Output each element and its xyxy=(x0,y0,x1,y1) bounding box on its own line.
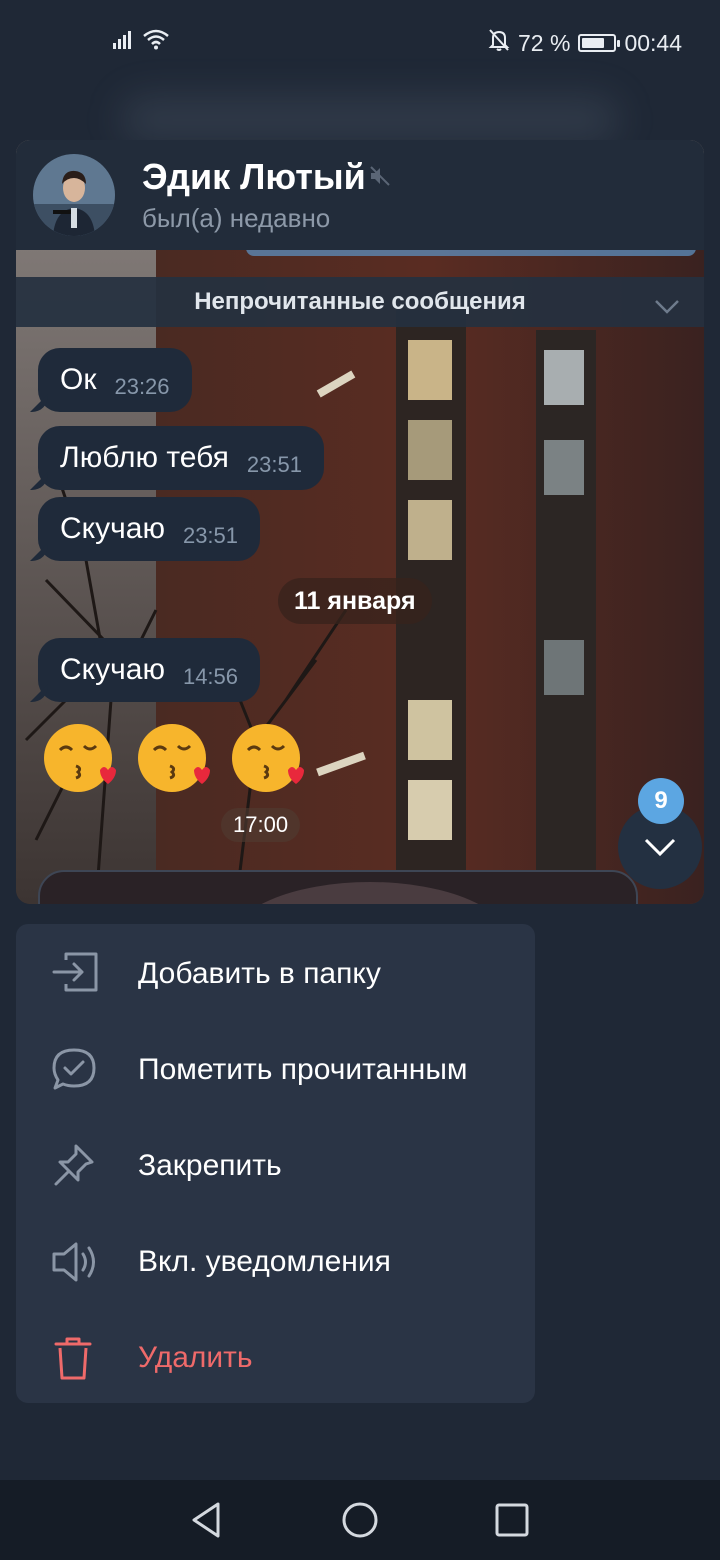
date-separator: 11 января xyxy=(278,578,432,624)
bell-off-icon xyxy=(488,28,510,58)
recents-icon[interactable] xyxy=(494,1500,530,1545)
chevron-down-icon[interactable] xyxy=(654,294,680,322)
partial-message-bubble[interactable] xyxy=(38,870,638,904)
message-time: 23:51 xyxy=(246,452,302,477)
chat-preview[interactable]: Эдик Лютый был(а) недавно Непрочитанные … xyxy=(16,140,704,904)
home-icon[interactable] xyxy=(341,1500,379,1545)
unread-messages-bar: Непрочитанные сообщения xyxy=(16,277,704,327)
menu-item-label: Добавить в папку xyxy=(138,957,381,990)
message-text: Скучаю xyxy=(60,653,165,686)
message-bubble[interactable]: Скучаю 23:51 xyxy=(38,497,261,561)
chat-header[interactable]: Эдик Лютый был(а) недавно xyxy=(16,140,704,250)
kiss-emoji-icon xyxy=(138,724,210,792)
menu-item-mark-read[interactable]: Пометить прочитанным xyxy=(16,1022,535,1118)
chat-name: Эдик Лютый xyxy=(142,156,366,197)
avatar[interactable] xyxy=(33,154,115,236)
folder-add-icon xyxy=(50,950,100,998)
clock: 00:44 xyxy=(624,29,682,56)
menu-item-label: Пометить прочитанным xyxy=(138,1053,468,1086)
back-icon[interactable] xyxy=(188,1500,224,1545)
message-bubble[interactable]: Люблю тебя 23:51 xyxy=(38,426,324,490)
signal-icon xyxy=(112,28,136,56)
menu-item-label: Закрепить xyxy=(138,1149,282,1182)
message-bubble[interactable]: Скучаю 14:56 xyxy=(38,638,261,702)
message-text: Люблю тебя xyxy=(60,441,229,474)
mark-read-icon xyxy=(50,1046,100,1094)
unread-count-badge[interactable]: 9 xyxy=(638,778,684,824)
message-time: 23:51 xyxy=(182,523,239,548)
menu-item-add-to-folder[interactable]: Добавить в папку xyxy=(16,926,535,1022)
battery-percent: 72 % xyxy=(518,29,571,56)
chevron-down-icon xyxy=(644,838,676,857)
message-time: 23:26 xyxy=(114,374,170,399)
wifi-icon xyxy=(142,28,170,56)
navigation-bar xyxy=(0,1480,720,1560)
menu-item-enable-notifications[interactable]: Вкл. уведомления xyxy=(16,1214,535,1310)
kiss-emoji-icon xyxy=(232,724,304,792)
battery-icon xyxy=(578,34,621,52)
unread-bar-label: Непрочитанные сообщения xyxy=(194,288,526,315)
menu-item-label: Вкл. уведомления xyxy=(138,1245,391,1278)
context-menu: Добавить в папку Пометить прочитанным За… xyxy=(16,924,535,1403)
speaker-icon xyxy=(50,1238,100,1286)
pin-icon xyxy=(50,1142,100,1190)
menu-item-pin[interactable]: Закрепить xyxy=(16,1118,535,1214)
trash-icon xyxy=(50,1334,100,1382)
chat-status: был(а) недавно xyxy=(142,203,331,233)
status-bar: 72 % 00:44 xyxy=(0,0,720,86)
message-time: 14:56 xyxy=(182,664,239,689)
muted-icon xyxy=(368,164,392,193)
message-text: Скучаю xyxy=(60,512,165,545)
emoji-message-time: 17:00 xyxy=(221,808,301,842)
message-bubble[interactable]: Ок 23:26 xyxy=(38,348,192,412)
emoji-message[interactable] xyxy=(42,720,306,796)
message-text: Ок xyxy=(60,363,97,396)
kiss-emoji-icon xyxy=(44,724,116,792)
battery-fill xyxy=(582,38,605,48)
background-blur xyxy=(120,95,620,145)
menu-item-delete[interactable]: Удалить xyxy=(16,1310,535,1406)
menu-item-label: Удалить xyxy=(138,1341,253,1374)
